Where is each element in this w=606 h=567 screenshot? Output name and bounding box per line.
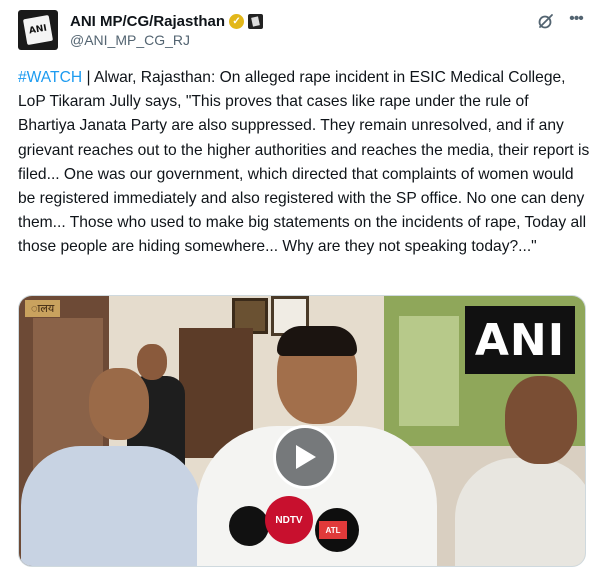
video-player[interactable]: ालय NDTV ATL ANI — [18, 295, 586, 567]
avatar-logo-text: ANI — [22, 14, 54, 46]
author-display-name[interactable]: ANI MP/CG/Rajasthan — [70, 13, 225, 30]
microphone-label: ATL — [319, 521, 347, 539]
microphone — [229, 506, 269, 546]
left-person — [21, 446, 201, 566]
tweet-body-text: | Alwar, Rajasthan: On alleged rape inci… — [18, 69, 590, 256]
speaker-hair — [277, 326, 357, 356]
microphone-ndtv: NDTV — [265, 496, 313, 544]
grok-icon[interactable] — [537, 12, 555, 30]
wall-sign-text: ालय — [25, 300, 61, 317]
gold-check-icon[interactable]: ✓ — [229, 13, 245, 29]
left-person-head — [89, 368, 149, 440]
standing-person-head — [137, 344, 167, 380]
hashtag-link[interactable]: #WATCH — [18, 69, 82, 86]
play-button[interactable] — [273, 425, 337, 489]
author-handle[interactable]: @ANI_MP_CG_RJ — [70, 32, 190, 48]
more-options-icon[interactable]: ••• — [566, 11, 586, 30]
play-icon — [296, 445, 316, 469]
scene-window-pane — [399, 316, 459, 426]
author-name-line: ANI MP/CG/Rajasthan ✓ — [70, 11, 264, 31]
tweet-text: #WATCH | Alwar, Rajasthan: On alleged ra… — [18, 66, 590, 260]
ani-affiliate-badge-icon[interactable] — [248, 13, 264, 29]
right-person-head — [505, 376, 577, 464]
ani-watermark: ANI — [465, 306, 575, 374]
tweet-avatar[interactable]: ANI — [18, 10, 58, 50]
